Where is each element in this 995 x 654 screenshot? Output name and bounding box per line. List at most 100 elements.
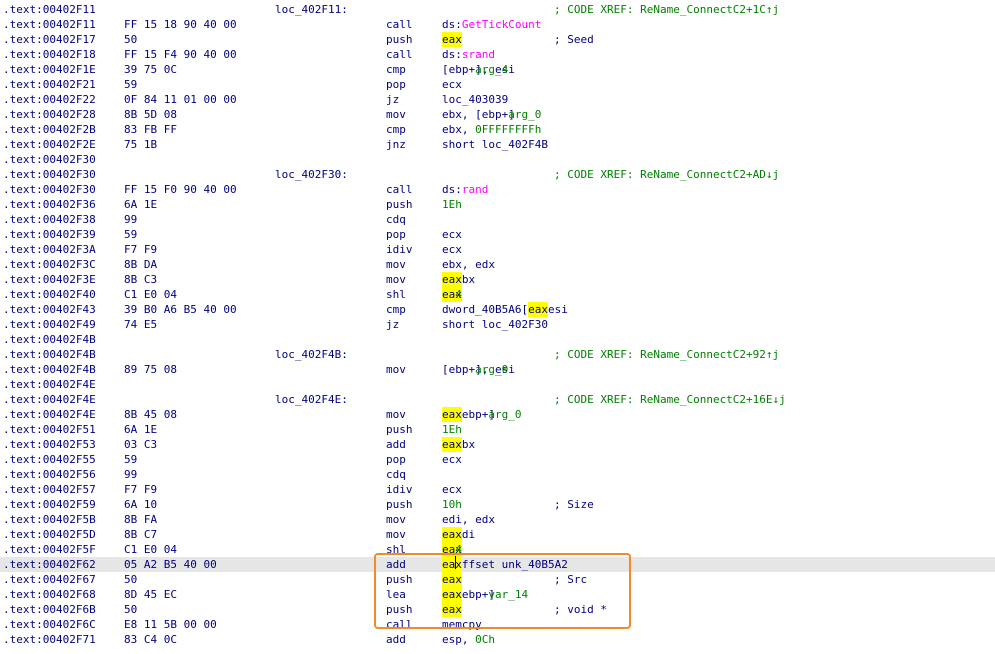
opcode-bytes: 0F 84 11 01 00 00 [124, 93, 237, 106]
code-line[interactable]: .text:00402F4B [0, 332, 995, 347]
code-line[interactable]: .text:00402F40 C1 E0 04 shl eax, 4 [0, 287, 995, 302]
operand[interactable]: ecx [442, 242, 462, 257]
operand[interactable]: eax, offset unk_40B5A2 [442, 557, 568, 572]
operand[interactable]: eax, 4 [442, 287, 462, 302]
code-line[interactable]: .text:00402F55 59 pop ecx [0, 452, 995, 467]
operand[interactable]: memcpy [442, 617, 482, 632]
code-line[interactable]: .text:00402F39 59 pop ecx [0, 227, 995, 242]
operand[interactable]: eax, [ebp+ var_14] [442, 587, 528, 602]
opcode-bytes: FF 15 F0 90 40 00 [124, 183, 237, 196]
operand[interactable]: esp, 0Ch [442, 632, 495, 647]
mnemonic: cmp [386, 303, 406, 316]
address: .text:00402F68 [3, 588, 96, 601]
code-line[interactable]: .text:00402F49 74 E5 jz short loc_402F30 [0, 317, 995, 332]
code-line[interactable]: .text:00402F2B 83 FB FF cmp ebx, 0FFFFFFFFh [0, 122, 995, 137]
operand[interactable]: ecx [442, 452, 462, 467]
address: .text:00402F21 [3, 78, 96, 91]
disassembly-view[interactable]: .text:00402F11 loc_402F11: ; CODE XREF: Re… [0, 0, 995, 654]
operand[interactable]: ecx [442, 77, 462, 92]
operand[interactable]: eax, ebx [442, 272, 475, 287]
address: .text:00402F17 [3, 33, 96, 46]
code-line[interactable]: .text:00402F6B 50 push eax; void * [0, 602, 995, 617]
code-line[interactable]: .text:00402F11 FF 15 18 90 40 00 call ds: Ge… [0, 17, 995, 32]
code-line[interactable]: .text:00402F4E [0, 377, 995, 392]
code-label[interactable]: loc_402F4E: [275, 392, 348, 407]
operand[interactable]: dword_40B5A6[eax], esi [442, 302, 568, 317]
operand[interactable]: ds: rand [442, 182, 488, 197]
code-line[interactable]: .text:00402F22 0F 84 11 01 00 00 jz loc_403… [0, 92, 995, 107]
mnemonic: call [386, 18, 413, 31]
opcode-bytes: FF 15 F4 90 40 00 [124, 48, 237, 61]
code-line[interactable]: .text:00402F17 50 push eax; Seed [0, 32, 995, 47]
operand[interactable]: loc_403039 [442, 92, 508, 107]
code-line[interactable]: .text:00402F59 6A 10 push 10h; Size [0, 497, 995, 512]
code-line[interactable]: .text:00402F30 [0, 152, 995, 167]
opcode-bytes: 03 C3 [124, 438, 158, 451]
code-line[interactable]: .text:00402F3A F7 F9 idiv ecx [0, 242, 995, 257]
code-line[interactable]: .text:00402F62 05 A2 B5 40 00 add eax, offs… [0, 557, 995, 572]
code-line[interactable]: .text:00402F5D 8B C7 mov eax, edi [0, 527, 995, 542]
code-line[interactable]: .text:00402F4B loc_402F4B: ; CODE XREF: Re… [0, 347, 995, 362]
operand[interactable]: ebx, [ebp+ arg_0] [442, 107, 541, 122]
operand[interactable]: eax, ebx [442, 437, 475, 452]
operand[interactable]: ebx, edx [442, 257, 495, 272]
code-line[interactable]: .text:00402F28 8B 5D 08 mov ebx, [ebp+ arg_0… [0, 107, 995, 122]
code-label[interactable]: loc_402F4B: [275, 347, 348, 362]
code-line[interactable]: .text:00402F5F C1 E0 04 shl eax, 4 [0, 542, 995, 557]
code-line[interactable]: .text:00402F56 99 cdq [0, 467, 995, 482]
code-line[interactable]: .text:00402F21 59 pop ecx [0, 77, 995, 92]
operand[interactable]: ebx, 0FFFFFFFFh [442, 122, 541, 137]
address: .text:00402F6C [3, 618, 96, 631]
code-label[interactable]: loc_402F30: [275, 167, 348, 182]
mnemonic: push [386, 573, 413, 586]
code-line[interactable]: .text:00402F11 loc_402F11: ; CODE XREF: Re… [0, 2, 995, 17]
operand[interactable]: eax, 4 [442, 542, 462, 557]
code-line[interactable]: .text:00402F38 99 cdq [0, 212, 995, 227]
code-line[interactable]: .text:00402F68 8D 45 EC lea eax, [ebp+ var_1… [0, 587, 995, 602]
opcode-bytes: 89 75 08 [124, 363, 177, 376]
operand[interactable]: [ebp+ arg_0], esi [442, 362, 515, 377]
address: .text:00402F62 [3, 558, 96, 571]
opcode-bytes: 8B 5D 08 [124, 108, 177, 121]
code-line[interactable]: .text:00402F36 6A 1E push 1Eh [0, 197, 995, 212]
operand[interactable]: edi, edx [442, 512, 495, 527]
operand[interactable]: ds: srand [442, 47, 495, 62]
operand[interactable]: ecx [442, 482, 462, 497]
code-line[interactable]: .text:00402F51 6A 1E push 1Eh [0, 422, 995, 437]
opcode-bytes: E8 11 5B 00 00 [124, 618, 217, 631]
text-cursor [455, 556, 456, 569]
code-line[interactable]: .text:00402F53 03 C3 add eax, ebx [0, 437, 995, 452]
operand[interactable]: ecx [442, 227, 462, 242]
address: .text:00402F36 [3, 198, 96, 211]
code-line[interactable]: .text:00402F4B 89 75 08 mov [ebp+ arg_0], es… [0, 362, 995, 377]
code-line[interactable]: .text:00402F2E 75 1B jnz short loc_402F4B [0, 137, 995, 152]
code-line[interactable]: .text:00402F30 loc_402F30: ; CODE XREF: Re… [0, 167, 995, 182]
address: .text:00402F67 [3, 573, 96, 586]
operand[interactable]: eax, edi [442, 527, 475, 542]
code-line[interactable]: .text:00402F43 39 B0 A6 B5 40 00 cmp dword_… [0, 302, 995, 317]
operand[interactable]: eax, [ebp+ arg_0] [442, 407, 521, 422]
operand[interactable]: short loc_402F4B [442, 137, 548, 152]
opcode-bytes: 83 C4 0C [124, 633, 177, 646]
code-line[interactable]: .text:00402F5B 8B FA mov edi, edx [0, 512, 995, 527]
code-line[interactable]: .text:00402F71 83 C4 0C add esp, 0Ch [0, 632, 995, 647]
address: .text:00402F4B [3, 363, 96, 376]
mnemonic: mov [386, 528, 406, 541]
mnemonic: add [386, 438, 406, 451]
code-line[interactable]: .text:00402F1E 39 75 0C cmp [ebp+ arg_4], es… [0, 62, 995, 77]
code-line[interactable]: .text:00402F4E 8B 45 08 mov eax, [ebp+ arg_0… [0, 407, 995, 422]
code-line[interactable]: .text:00402F18 FF 15 F4 90 40 00 call ds: sr… [0, 47, 995, 62]
code-line[interactable]: .text:00402F67 50 push eax; Src [0, 572, 995, 587]
code-line[interactable]: .text:00402F3E 8B C3 mov eax, ebx [0, 272, 995, 287]
operand[interactable]: short loc_402F30 [442, 317, 548, 332]
operand[interactable]: ds: GetTickCount [442, 17, 541, 32]
code-line[interactable]: .text:00402F57 F7 F9 idiv ecx [0, 482, 995, 497]
code-line[interactable]: .text:00402F30 FF 15 F0 90 40 00 call ds: ra… [0, 182, 995, 197]
mnemonic: pop [386, 453, 406, 466]
code-line[interactable]: .text:00402F6C E8 11 5B 00 00 call memcpy [0, 617, 995, 632]
code-label[interactable]: loc_402F11: [275, 2, 348, 17]
code-line[interactable]: .text:00402F4E loc_402F4E: ; CODE XREF: Re… [0, 392, 995, 407]
operand[interactable]: [ebp+ arg_4], esi [442, 62, 515, 77]
mnemonic: call [386, 183, 413, 196]
code-line[interactable]: .text:00402F3C 8B DA mov ebx, edx [0, 257, 995, 272]
